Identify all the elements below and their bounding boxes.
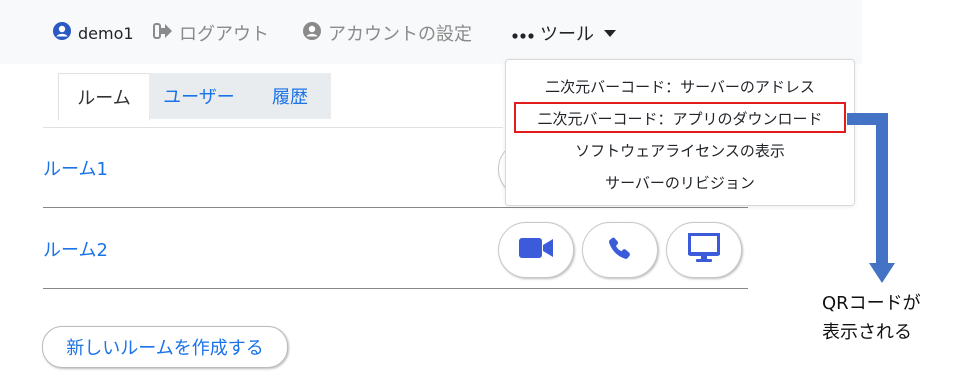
tab-history[interactable]: 履歴 — [249, 73, 331, 119]
user-circle-icon — [302, 21, 322, 46]
annotation-line: QRコードが — [822, 293, 921, 314]
room-link[interactable]: ルーム2 — [43, 236, 108, 262]
video-icon — [518, 236, 554, 264]
menu-item-software-license[interactable]: ソフトウェアライセンスの表示 — [506, 140, 854, 161]
navbar: demo1 ログアウト アカウントの設定 ツール — [0, 0, 862, 64]
tab-bar: ルーム ユーザー 履歴 — [43, 73, 503, 128]
voice-call-button[interactable] — [582, 222, 658, 278]
screen-share-button[interactable] — [666, 222, 742, 278]
user-circle-icon — [52, 21, 72, 45]
room-row: ルーム2 — [43, 208, 748, 289]
tools-label: ツール — [540, 24, 594, 45]
logout-label: ログアウト — [179, 24, 269, 45]
account-settings-link[interactable]: アカウントの設定 — [302, 20, 472, 46]
arrow-head-icon — [869, 263, 895, 283]
room-link[interactable]: ルーム1 — [43, 155, 108, 181]
annotation-line: 表示される — [822, 322, 912, 343]
user-menu[interactable]: demo1 — [52, 20, 134, 46]
user-name: demo1 — [78, 23, 134, 43]
create-room-button[interactable]: 新しいルームを作成する — [42, 326, 288, 368]
sign-out-icon — [153, 22, 173, 45]
annotation-text: QRコードが 表示される — [822, 289, 921, 347]
logout-link[interactable]: ログアウト — [153, 20, 269, 46]
ellipsis-icon — [512, 23, 534, 44]
highlight-box — [514, 102, 846, 133]
menu-item-server-revision[interactable]: サーバーのリビジョン — [506, 172, 854, 193]
tools-dropdown-menu: 二次元バーコード：サーバーのアドレス 二次元バーコード：アプリのダウンロード ソ… — [505, 59, 855, 206]
monitor-icon — [687, 232, 721, 267]
caret-down-icon — [604, 29, 616, 37]
account-settings-label: アカウントの設定 — [328, 24, 472, 45]
phone-icon — [606, 234, 634, 266]
tools-dropdown-toggle[interactable]: ツール — [512, 20, 616, 46]
callout-arrow — [876, 113, 888, 265]
tab-rooms[interactable]: ルーム — [58, 73, 150, 121]
video-call-button[interactable] — [498, 222, 574, 278]
menu-item-server-address-qr[interactable]: 二次元バーコード：サーバーのアドレス — [506, 76, 854, 97]
tab-users[interactable]: ユーザー — [149, 73, 249, 119]
